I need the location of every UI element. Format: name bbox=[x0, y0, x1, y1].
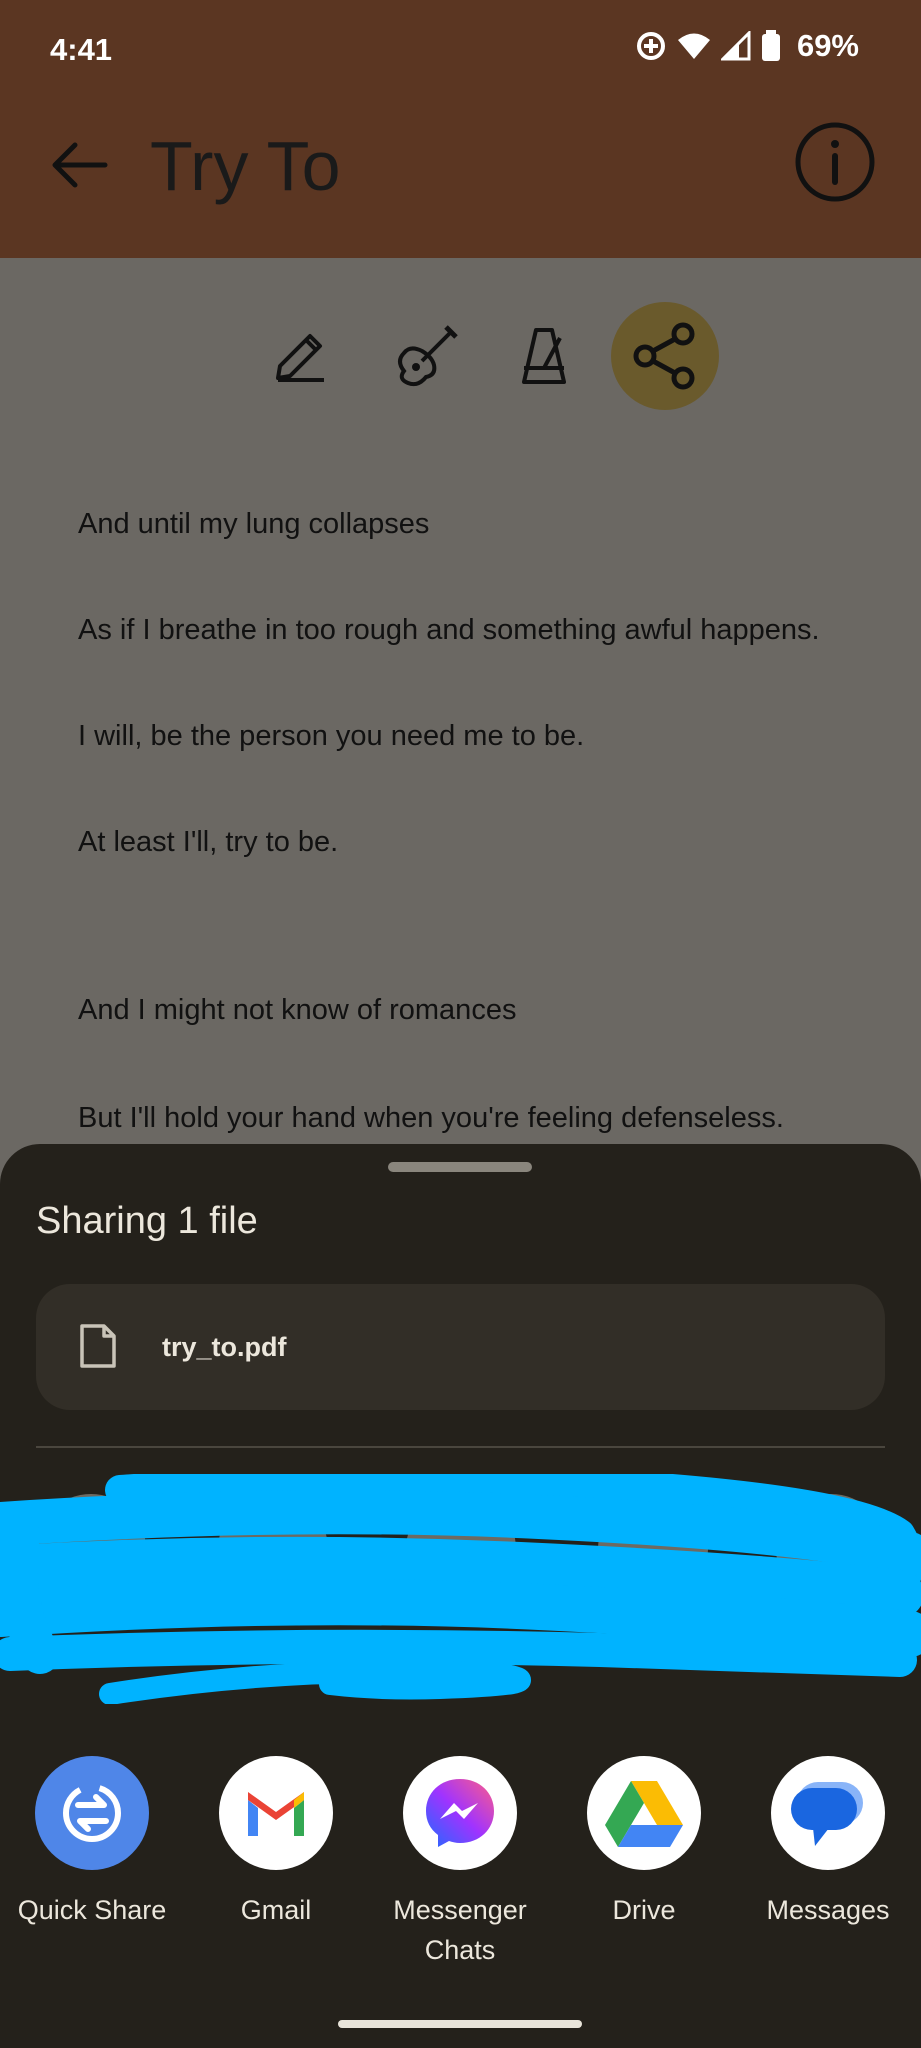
lyric-line: As if I breathe in too rough and somethi… bbox=[78, 614, 820, 646]
share-icon bbox=[633, 322, 695, 390]
data-saver-icon bbox=[636, 32, 665, 60]
messages-target[interactable]: Messages bbox=[736, 1756, 920, 1930]
messenger-target[interactable]: Messenger Chats bbox=[368, 1756, 552, 1970]
direct-share-row bbox=[0, 1474, 921, 1704]
gesture-nav-bar[interactable] bbox=[338, 2020, 582, 2028]
lyric-line: But I'll hold your hand when you're feel… bbox=[78, 1102, 784, 1134]
app-label: Quick Share bbox=[17, 1895, 167, 1925]
wifi-icon bbox=[677, 33, 710, 59]
app-bar: 4:41 69% Try To bbox=[0, 0, 921, 258]
share-sheet: Sharing 1 file try_to.pdf Quick Share Gm… bbox=[0, 1144, 921, 2048]
status-icons: 69% bbox=[635, 28, 859, 64]
arrow-back-icon bbox=[52, 142, 108, 188]
lyric-line: I will, be the person you need me to be. bbox=[78, 720, 585, 752]
sheet-title: Sharing 1 file bbox=[36, 1200, 258, 1242]
pencil-icon bbox=[276, 334, 324, 382]
app-targets-row: Quick Share Gmail Messenger Chats Drive … bbox=[0, 1756, 921, 1976]
song-toolbar bbox=[0, 302, 921, 422]
drag-handle[interactable] bbox=[388, 1162, 532, 1172]
status-time: 4:41 bbox=[50, 32, 113, 67]
divider bbox=[36, 1446, 885, 1448]
gmail-target[interactable]: Gmail bbox=[184, 1756, 368, 1930]
metronome-button[interactable] bbox=[490, 302, 598, 410]
lyric-line: And I might not know of romances bbox=[78, 994, 517, 1026]
signal-icon bbox=[720, 31, 751, 61]
app-label: Messenger Chats bbox=[393, 1895, 527, 1965]
quick-share-icon bbox=[35, 1756, 149, 1870]
edit-button[interactable] bbox=[246, 302, 354, 410]
drive-target[interactable]: Drive bbox=[552, 1756, 736, 1930]
lyric-line: At least I'll, try to be. bbox=[78, 826, 339, 858]
guitar-icon bbox=[398, 325, 458, 387]
quick-share-target[interactable]: Quick Share bbox=[0, 1756, 184, 1930]
metronome-icon bbox=[522, 328, 566, 384]
messages-icon bbox=[771, 1756, 885, 1870]
back-button[interactable] bbox=[44, 130, 114, 200]
file-preview: try_to.pdf bbox=[36, 1284, 885, 1410]
chords-button[interactable] bbox=[373, 302, 481, 410]
gmail-icon bbox=[219, 1756, 333, 1870]
app-label: Gmail bbox=[240, 1895, 312, 1925]
app-label: Messages bbox=[766, 1895, 890, 1925]
redaction-scribble bbox=[0, 1474, 921, 1704]
drive-icon bbox=[587, 1756, 701, 1870]
battery-icon bbox=[761, 30, 780, 61]
messenger-icon bbox=[403, 1756, 517, 1870]
share-button[interactable] bbox=[611, 302, 719, 410]
page-title: Try To bbox=[150, 127, 341, 205]
lyric-line: And until my lung collapses bbox=[78, 508, 430, 540]
file-icon bbox=[80, 1324, 116, 1368]
battery-percent: 69% bbox=[796, 28, 859, 63]
app-label: Drive bbox=[612, 1895, 676, 1925]
file-name: try_to.pdf bbox=[162, 1332, 287, 1362]
info-icon[interactable] bbox=[793, 120, 877, 204]
